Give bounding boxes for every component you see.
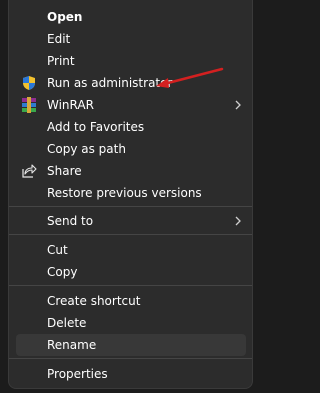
- menu-item-label: Rename: [47, 338, 97, 352]
- menu-separator: [9, 206, 252, 207]
- menu-item-add-to-favorites[interactable]: Add to Favorites: [16, 116, 246, 138]
- menu-item-label: Properties: [47, 367, 108, 381]
- menu-item-label: Print: [47, 54, 75, 68]
- context-menu: Open Edit Print Run as administrator Win…: [8, 0, 253, 389]
- menu-item-label: WinRAR: [47, 98, 94, 112]
- chevron-right-icon: [232, 210, 244, 232]
- menu-item-label: Cut: [47, 243, 68, 257]
- share-icon: [21, 163, 37, 179]
- menu-item-label: Copy: [47, 265, 78, 279]
- menu-item-properties[interactable]: Properties: [16, 363, 246, 385]
- menu-item-open[interactable]: Open: [16, 6, 246, 28]
- menu-item-label: Copy as path: [47, 142, 126, 156]
- menu-item-label: Share: [47, 164, 82, 178]
- menu-item-create-shortcut[interactable]: Create shortcut: [16, 290, 246, 312]
- menu-item-copy[interactable]: Copy: [16, 261, 246, 283]
- menu-item-cut[interactable]: Cut: [16, 239, 246, 261]
- menu-item-edit[interactable]: Edit: [16, 28, 246, 50]
- menu-item-delete[interactable]: Delete: [16, 312, 246, 334]
- menu-item-print[interactable]: Print: [16, 50, 246, 72]
- menu-item-copy-as-path[interactable]: Copy as path: [16, 138, 246, 160]
- menu-item-label: Create shortcut: [47, 294, 141, 308]
- menu-item-send-to[interactable]: Send to: [16, 210, 246, 232]
- menu-item-label: Edit: [47, 32, 71, 46]
- menu-item-label: Add to Favorites: [47, 120, 145, 134]
- menu-item-share[interactable]: Share: [16, 160, 246, 182]
- winrar-icon: [21, 97, 37, 113]
- chevron-right-icon: [232, 94, 244, 116]
- menu-separator: [9, 358, 252, 359]
- menu-item-label: Run as administrator: [47, 76, 173, 90]
- menu-separator: [9, 234, 252, 235]
- menu-item-restore-previous-versions[interactable]: Restore previous versions: [16, 182, 246, 204]
- menu-item-rename[interactable]: Rename: [16, 334, 246, 356]
- menu-separator: [9, 285, 252, 286]
- menu-item-label: Delete: [47, 316, 87, 330]
- menu-item-label: Send to: [47, 214, 94, 228]
- uac-shield-icon: [21, 75, 37, 91]
- menu-item-winrar[interactable]: WinRAR: [16, 94, 246, 116]
- menu-item-label: Restore previous versions: [47, 186, 202, 200]
- menu-item-label: Open: [47, 10, 83, 24]
- menu-item-run-as-administrator[interactable]: Run as administrator: [16, 72, 246, 94]
